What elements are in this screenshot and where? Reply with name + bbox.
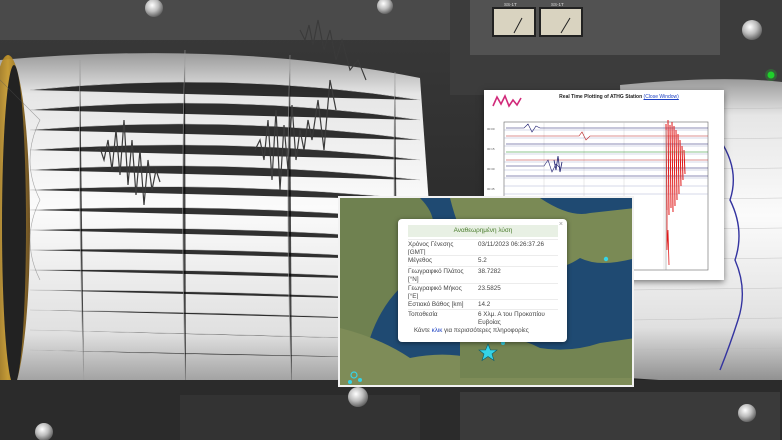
info-label: Γεωγραφικό Πλάτος [°N] <box>408 268 464 283</box>
info-row-magnitude: Μέγεθος 5.2 <box>408 255 558 265</box>
svg-text:00:15: 00:15 <box>487 147 495 151</box>
seismograph-scene: Real Time Plotting of ATHG Station (Clos… <box>0 0 782 440</box>
popup-footer: Κάντε κλικ για περισσότερες πληροφορίες <box>414 327 529 334</box>
footer-suffix: για περισσότερες πληροφορίες <box>442 327 529 334</box>
info-value: 03/11/2023 06:26:37.26 <box>478 241 545 248</box>
info-value: 23.5825 <box>478 285 501 292</box>
info-value: 5.2 <box>478 257 487 264</box>
earthquake-info-popup: × Αναθεωρημένη λύση Χρόνος Γένεσης [GMT]… <box>398 219 567 342</box>
info-label: Εστιακό Βάθος [km] <box>408 301 464 308</box>
meter-label-right: SS-1T <box>551 2 564 7</box>
info-label: Τοποθεσία <box>408 311 438 318</box>
quake-marker[interactable] <box>358 378 362 382</box>
info-value: 14.2 <box>478 301 491 308</box>
info-value: 38.7282 <box>478 268 501 275</box>
close-icon[interactable]: × <box>559 221 563 228</box>
info-row-depth: Εστιακό Βάθος [km] 14.2 <box>408 299 558 309</box>
quake-marker[interactable] <box>603 256 609 262</box>
quake-marker[interactable] <box>348 380 352 384</box>
info-row-location: Τοποθεσία 6 Χλμ. Α του Προκοπίου Ευβοίας <box>408 309 558 326</box>
meter-label-left: SS-1T <box>504 2 517 7</box>
info-row-origin-time: Χρόνος Γένεσης [GMT] 03/11/2023 06:26:37… <box>408 239 558 256</box>
svg-text:00:45: 00:45 <box>487 187 495 191</box>
footer-prefix: Κάντε <box>414 327 432 334</box>
popup-header: Αναθεωρημένη λύση <box>408 225 558 237</box>
info-row-longitude: Γεωγραφικό Μήκος [°E] 23.5825 <box>408 283 558 300</box>
svg-text:00:00: 00:00 <box>487 127 495 131</box>
svg-text:00:30: 00:30 <box>487 167 495 171</box>
info-label: Μέγεθος <box>408 257 433 264</box>
info-row-latitude: Γεωγραφικό Πλάτος [°N] 38.7282 <box>408 266 558 283</box>
more-info-link[interactable]: κλικ <box>432 327 443 334</box>
info-value: 6 Χλμ. Α του Προκοπίου Ευβοίας <box>478 311 545 326</box>
